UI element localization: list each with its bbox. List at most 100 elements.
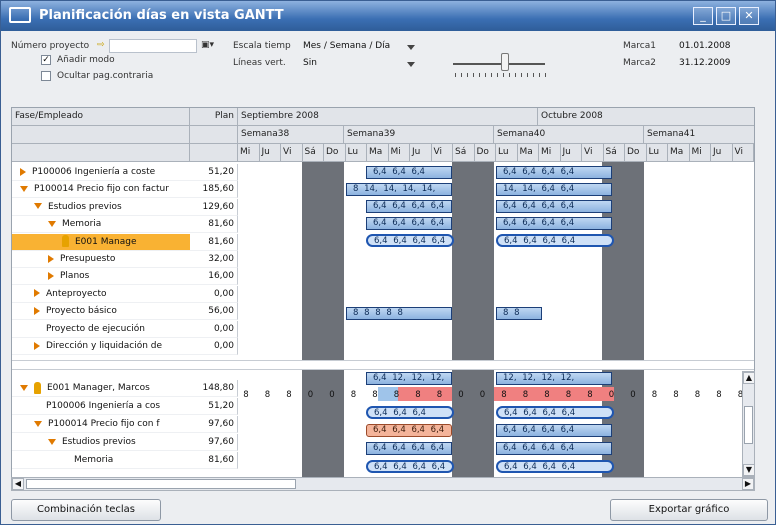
title-bar: Planificación días en vista GANTT _ □ ✕ [1, 1, 775, 31]
tree-row[interactable]: Presupuesto [12, 251, 190, 268]
gantt-bar[interactable]: 6,4 6,4 6,4 6,4 [366, 200, 452, 213]
gantt-bar[interactable]: 8 8 8 8 8 [346, 307, 452, 320]
tree-row[interactable]: P100006 Ingeniería a coste [12, 164, 190, 181]
scroll-right-icon[interactable]: ▶ [742, 478, 754, 490]
tree-row[interactable]: P100014 Precio fijo con f [12, 416, 190, 433]
person-icon[interactable] [62, 235, 69, 248]
expand-icon[interactable] [48, 254, 54, 263]
expand-icon[interactable] [34, 289, 40, 298]
gantt-bar[interactable]: 6,4 6,4 6,4 6,4 [496, 460, 614, 473]
gantt-bar[interactable]: 6,4 6,4 6,4 6,4 [366, 217, 452, 230]
gantt-grid: Fase/Empleado Plan Septiembre 2008 Octub… [11, 107, 755, 478]
expand-icon[interactable] [34, 341, 40, 350]
mark1-input[interactable]: 01.01.2008 [679, 41, 731, 51]
weekend-band [302, 162, 344, 360]
gantt-bar[interactable]: 8 14, 14, 14, 14, [346, 183, 452, 196]
lines-select[interactable]: Sin [303, 58, 317, 68]
week-header: Semana38 [238, 126, 344, 144]
gantt-bar[interactable]: 6,4 6,4 6,4 6,4 [496, 166, 612, 179]
row-label: P100006 Ingeniería a coste [32, 167, 156, 177]
gantt-bar[interactable]: 6,4 12, 12, 12, [366, 372, 452, 385]
link-arrow-icon[interactable]: ⇨ [97, 40, 105, 50]
col-name-header[interactable]: Fase/Empleado [12, 108, 190, 126]
zoom-slider[interactable] [453, 53, 553, 79]
close-button[interactable]: ✕ [739, 7, 759, 25]
gantt-bar[interactable]: 6,4 6,4 6,4 6,4 [366, 424, 452, 437]
mark2-input[interactable]: 31.12.2009 [679, 58, 731, 68]
expand-icon[interactable] [20, 167, 26, 176]
capacity-hour-cell: 0 [608, 390, 615, 400]
tree-row[interactable]: Proyecto de ejecución [12, 321, 190, 338]
tree-row[interactable]: E001 Manage [12, 233, 190, 251]
tree-row[interactable]: Dirección y liquidación de [12, 338, 190, 355]
tree-row[interactable]: Memoria [12, 216, 190, 234]
slider-thumb[interactable] [501, 53, 509, 71]
scroll-thumb[interactable] [744, 406, 753, 444]
month-header: Septiembre 2008 [238, 108, 538, 126]
project-input[interactable] [109, 39, 197, 53]
maximize-button[interactable]: □ [716, 7, 736, 25]
gantt-bar-selected[interactable]: 6,4 6,4 6,4 6,4 [496, 234, 614, 247]
tree-row[interactable]: Estudios previos [12, 199, 190, 216]
project-select-icon[interactable]: ▣▾ [201, 40, 214, 50]
day-header: Ju [711, 144, 733, 162]
expand-icon[interactable] [34, 306, 40, 315]
plan-value: 129,60 [190, 198, 238, 216]
gantt-bar[interactable]: 12, 12, 12, 12, [496, 372, 612, 385]
capacity-hour-cell: 8 [651, 390, 658, 400]
scroll-left-icon[interactable]: ◀ [12, 478, 24, 490]
day-header: Vi [732, 144, 754, 162]
collapse-icon[interactable] [34, 420, 42, 427]
hide-page-checkbox[interactable] [41, 71, 51, 81]
expand-icon[interactable] [48, 271, 54, 280]
day-header: Ju [259, 144, 281, 162]
scale-dropdown-icon[interactable] [407, 45, 415, 50]
collapse-icon[interactable] [48, 220, 56, 227]
capacity-hour-cell: 8 [415, 390, 421, 400]
plan-value: 51,20 [190, 398, 238, 415]
gantt-bar[interactable]: 6,4 6,4 6,4 6,4 [496, 217, 612, 230]
hscroll-thumb[interactable] [26, 479, 296, 489]
scale-select[interactable]: Mes / Semana / Día [303, 41, 390, 51]
horizontal-scrollbar[interactable]: ◀ ▶ [11, 477, 755, 491]
gantt-bar[interactable]: 6,4 6,4 6,4 [366, 406, 454, 419]
collapse-icon[interactable] [20, 384, 28, 391]
gantt-bar[interactable]: 6,4 6,4 6,4 6,4 [496, 200, 612, 213]
export-chart-button[interactable]: Exportar gráfico [610, 499, 768, 521]
tree-row[interactable]: Anteproyecto [12, 286, 190, 303]
gantt-bar[interactable]: 14, 14, 6,4 6,4 [496, 183, 612, 196]
lines-dropdown-icon[interactable] [407, 62, 415, 67]
tree-row[interactable]: P100006 Ingeniería a cos [12, 398, 190, 415]
gantt-bar[interactable]: 6,4 6,4 6,4 6,4 [496, 442, 612, 455]
tree-row[interactable]: E001 Manager, Marcos [12, 380, 190, 397]
col-plan-header[interactable]: Plan [190, 108, 238, 126]
add-mode-checkbox[interactable]: ✓ [41, 55, 51, 65]
day-header: Ju [560, 144, 582, 162]
capacity-hour-cell: 8 [587, 390, 593, 400]
gantt-window: Planificación días en vista GANTT _ □ ✕ … [0, 0, 776, 525]
scroll-up-icon[interactable]: ▲ [743, 372, 755, 384]
tree-row[interactable]: Estudios previos [12, 434, 190, 451]
gantt-bar[interactable]: 8 8 [496, 307, 542, 320]
capacity-hour-cell: 0 [479, 390, 486, 400]
minimize-button[interactable]: _ [693, 7, 713, 25]
header-spacer [190, 144, 238, 162]
collapse-icon[interactable] [34, 203, 42, 210]
collapse-icon[interactable] [48, 438, 56, 445]
key-combination-button[interactable]: Combinación teclas [11, 499, 161, 521]
gantt-bar[interactable]: 6,4 6,4 6,4 6,4 [366, 442, 452, 455]
gantt-bar-selected[interactable]: 6,4 6,4 6,4 6,4 [366, 234, 454, 247]
gantt-bar[interactable]: 6,4 6,4 6,4 [366, 166, 452, 179]
tree-row[interactable]: Proyecto básico [12, 303, 190, 321]
gantt-bar[interactable]: 6,4 6,4 6,4 6,4 [496, 424, 612, 437]
weekend-band [302, 370, 344, 477]
tree-row[interactable]: P100014 Precio fijo con factur [12, 181, 190, 199]
gantt-bar[interactable]: 6,4 6,4 6,4 6,4 [366, 460, 454, 473]
gantt-bar[interactable]: 6,4 6,4 6,4 6,4 [496, 406, 614, 419]
tree-row[interactable]: Memoria [12, 452, 190, 469]
collapse-icon[interactable] [20, 185, 28, 192]
week-header: Semana41 [644, 126, 754, 144]
scroll-down-icon[interactable]: ▼ [743, 464, 755, 476]
vertical-scrollbar[interactable]: ▲ ▼ [742, 371, 755, 477]
tree-row[interactable]: Planos [12, 268, 190, 286]
